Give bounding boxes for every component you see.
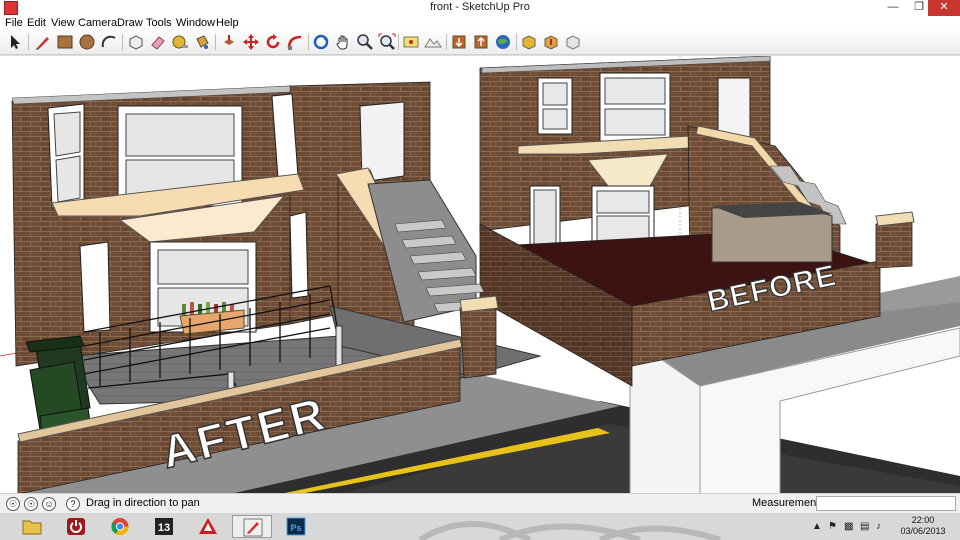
svg-text:Ps: Ps [290,523,301,533]
preview-google-earth-tool-icon[interactable] [494,33,512,51]
make-component-tool-icon[interactable] [127,33,145,51]
help-question-icon[interactable]: ? [66,497,80,511]
taskbar-shutdown-app[interactable] [56,515,96,538]
menu-view[interactable]: View [51,16,75,30]
measurements-input[interactable] [816,496,956,511]
taskbar-chrome[interactable] [100,515,140,538]
credits-icon[interactable]: ☉ [24,497,38,511]
clock-time: 22:00 [911,515,935,525]
taskbar-sketchup[interactable] [232,515,272,538]
follow-me-tool-icon[interactable] [286,33,304,51]
chrome-icon [111,518,129,536]
measurements-label: Measurements [752,497,825,509]
select-tool-icon[interactable] [6,33,24,51]
taskbar-clock[interactable]: 22:00 03/06/2013 [898,515,948,537]
get-models-tool-icon[interactable] [450,33,468,51]
share-model-tool-icon[interactable] [472,33,490,51]
folder-icon [22,520,42,535]
3d-model-scene: AFTER BEFORE [0,56,960,494]
status-hint: Drag in direction to pan [86,497,200,509]
get-photo-texture-tool-icon[interactable] [520,33,538,51]
menu-bar: File Edit View Camera Draw Tools Window … [0,16,960,30]
orbit-tool-icon[interactable] [312,33,330,51]
svg-text:13: 13 [158,522,170,534]
geolocation-icon[interactable]: ☉ [6,497,20,511]
sketchup-icon [243,518,263,537]
menu-draw[interactable]: Draw [117,16,143,30]
zoom-extents-tool-icon[interactable] [378,33,396,51]
tray-display-icon[interactable]: ▩ [844,521,853,532]
paint-bucket-tool-icon[interactable] [193,33,211,51]
rotate-tool-icon[interactable] [264,33,282,51]
extension-warehouse-tool-icon[interactable] [564,33,582,51]
eraser-tool-icon[interactable] [149,33,167,51]
tray-flag-icon[interactable]: ⚑ [828,521,837,532]
minimize-button[interactable]: — [880,0,906,16]
menu-tools[interactable]: Tools [146,16,172,30]
close-button[interactable]: ✕ [928,0,960,16]
move-tool-icon[interactable] [242,33,260,51]
menu-help[interactable]: Help [216,16,239,30]
status-bar: ☉ ☉ ☺ ? Drag in direction to pan Measure… [0,493,960,514]
menu-file[interactable]: File [5,16,23,30]
tray-network-icon[interactable]: ▤ [860,521,869,532]
title-bar: front - SketchUp Pro — ❐ ✕ [0,0,960,16]
pencil-line-tool-icon[interactable] [34,33,52,51]
tray-expand-icon[interactable]: ▲ [812,521,822,532]
toggle-terrain-tool-icon[interactable] [424,33,442,51]
pan-tool-icon[interactable] [334,33,352,51]
autocad-icon [199,518,217,534]
menu-edit[interactable]: Edit [27,16,46,30]
tape-measure-tool-icon[interactable] [171,33,189,51]
arc-tool-icon[interactable] [100,33,118,51]
power-icon [67,518,85,535]
toolbar [0,30,960,55]
clock-date: 03/06/2013 [900,526,946,536]
window-title: front - SketchUp Pro [430,1,530,13]
zoom-tool-icon[interactable] [356,33,374,51]
app-13-icon: 13 [155,518,173,535]
taskbar-autocad[interactable] [188,515,228,538]
user-account-icon[interactable]: ☺ [42,497,56,511]
taskbar-app-13[interactable]: 13 [144,515,184,538]
taskbar-photoshop[interactable]: Ps [276,515,316,538]
push-pull-tool-icon[interactable] [220,33,238,51]
photoshop-icon: Ps [286,517,306,536]
add-location-tool-icon[interactable] [402,33,420,51]
menu-window[interactable]: Window [176,16,215,30]
circle-tool-icon[interactable] [78,33,96,51]
windows-taskbar: 13 Ps ▲ ⚑ ▩ ▤ ♪ 22:00 03/06/2013 [0,513,960,540]
taskbar-file-explorer[interactable] [12,515,52,538]
model-viewport[interactable]: AFTER BEFORE [0,55,960,494]
rectangle-tool-icon[interactable] [56,33,74,51]
menu-camera[interactable]: Camera [78,16,117,30]
share-component-tool-icon[interactable] [542,33,560,51]
tray-volume-icon[interactable]: ♪ [876,521,881,532]
